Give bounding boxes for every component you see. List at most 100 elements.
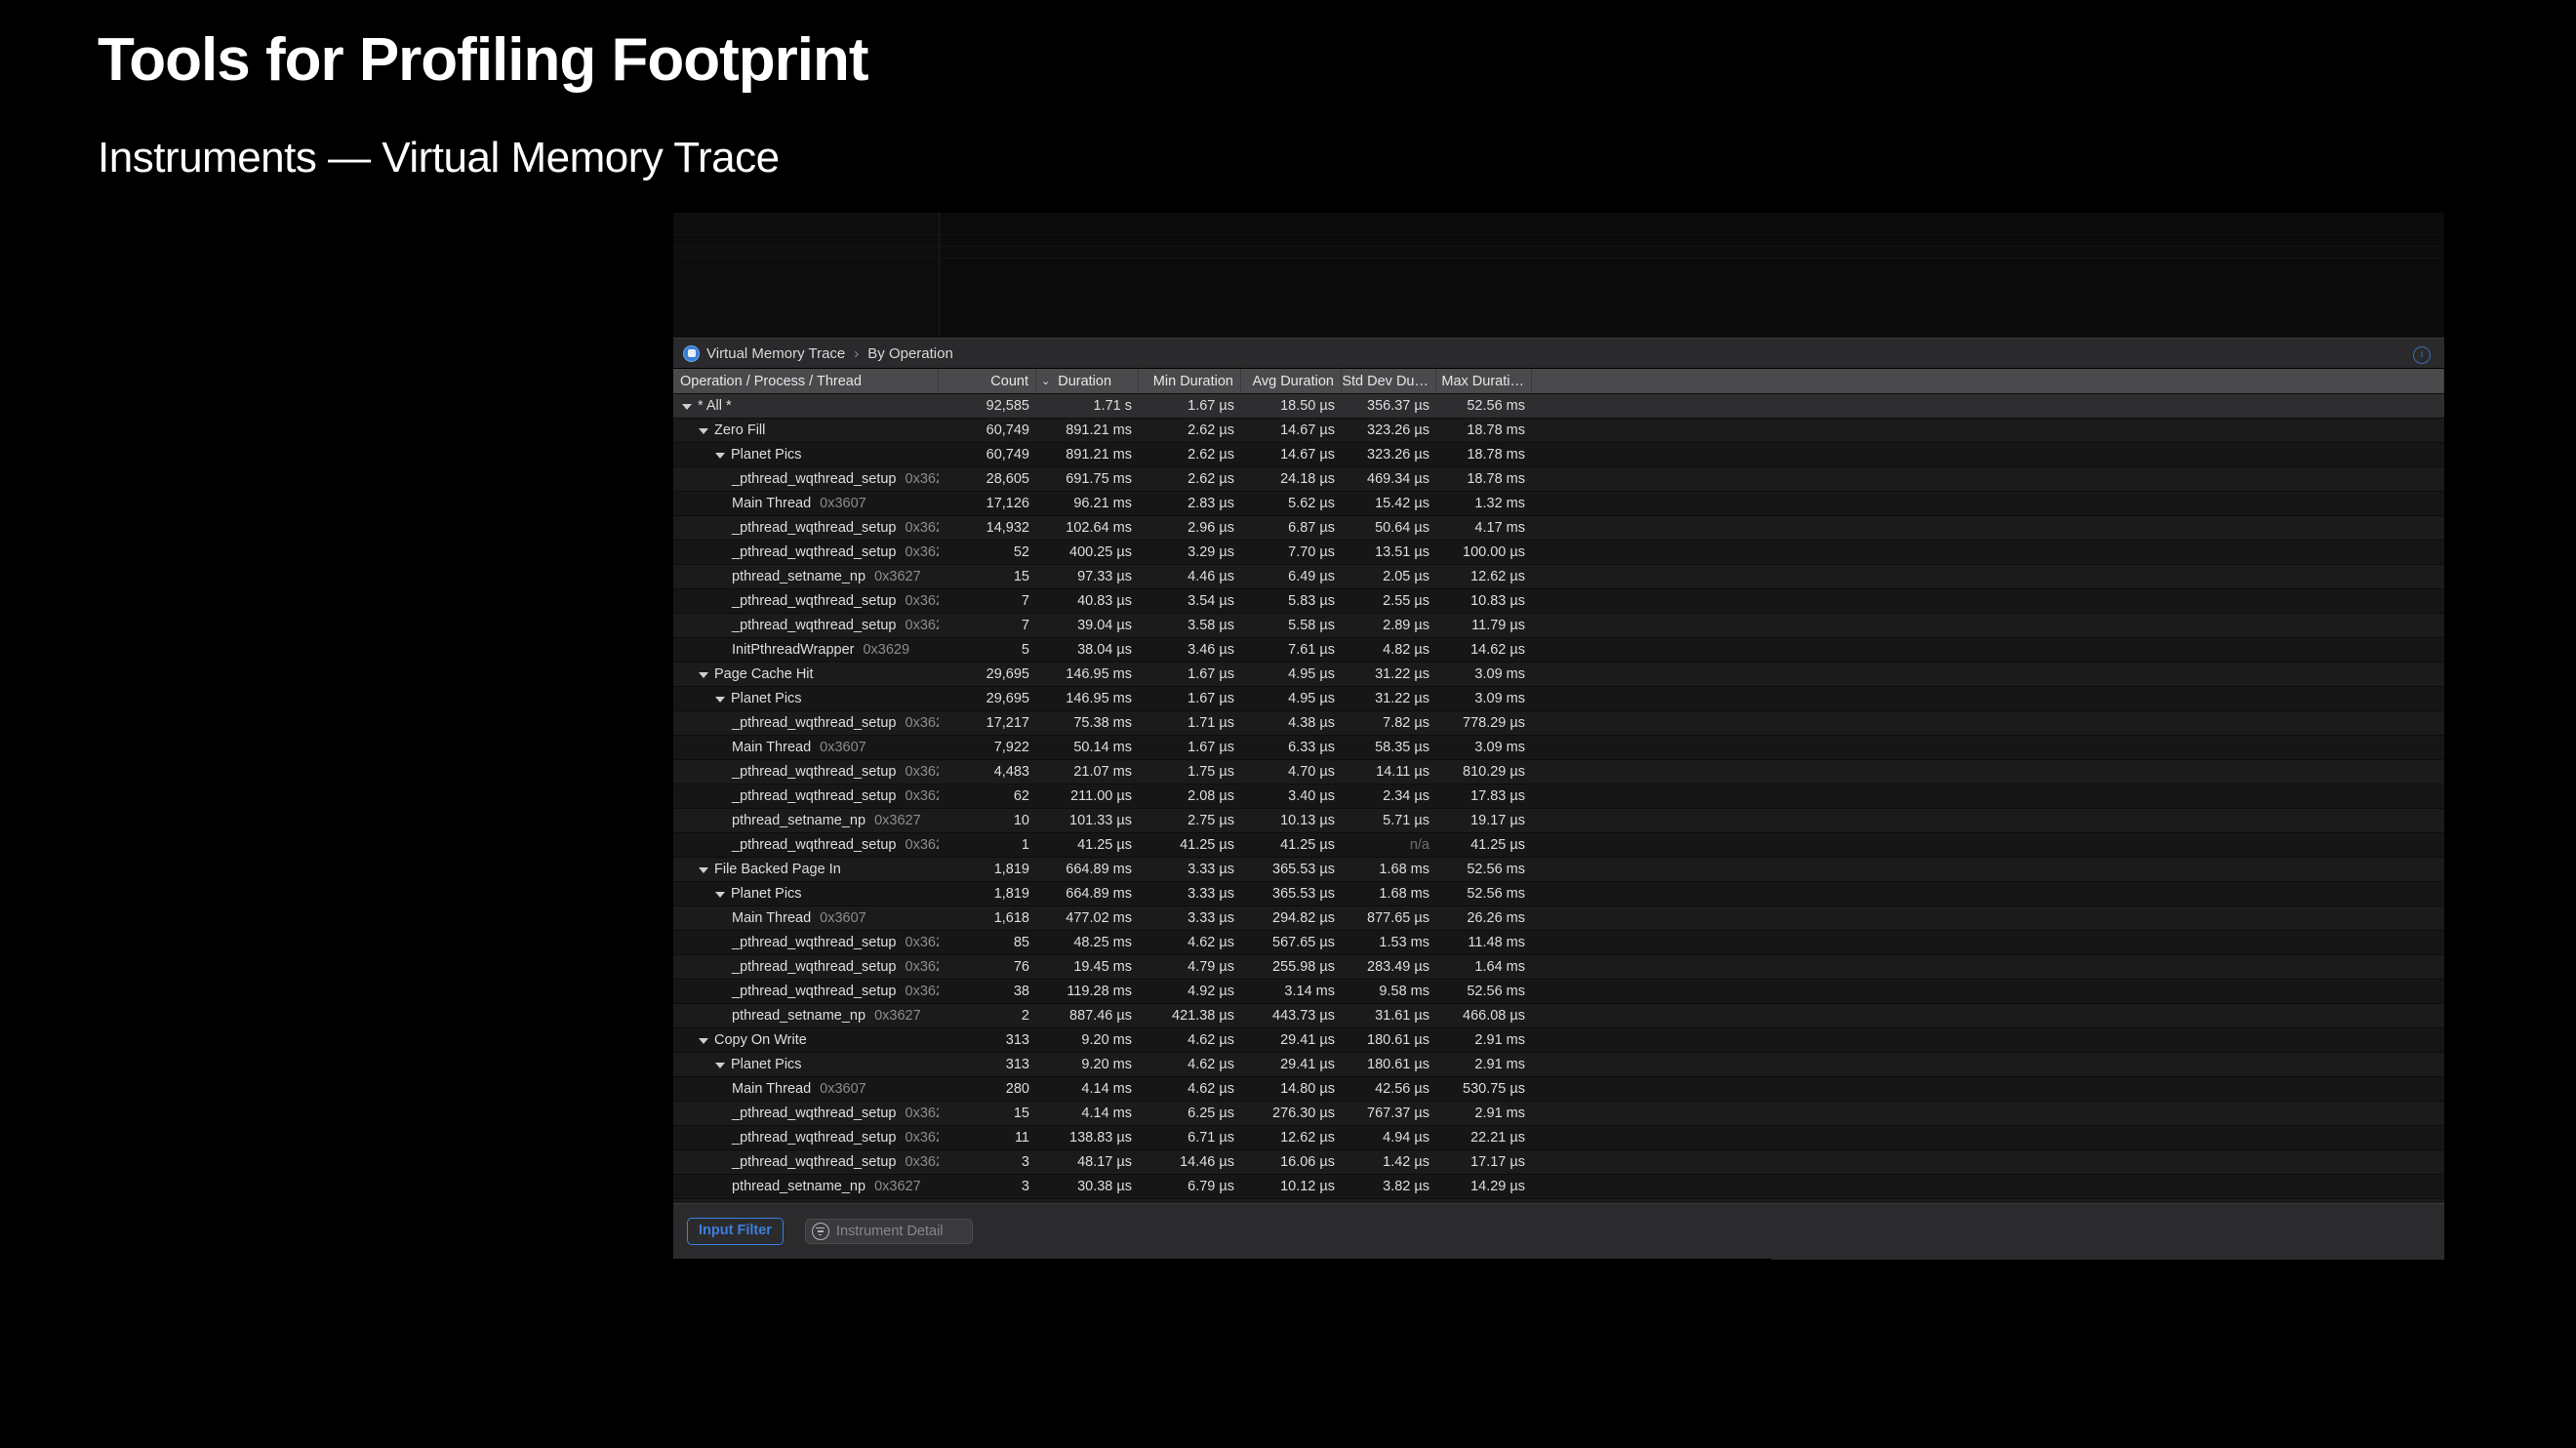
row-label: _pthread_wqthread_setup — [732, 519, 897, 536]
table-row[interactable]: Main Thread 0x3607 1,618 477.02 ms 3.33 µs 29… — [673, 906, 2444, 931]
table-row[interactable]: _pthread_wqthread_setup 0x3626 4,483 21.07 … — [673, 760, 2444, 784]
table-body[interactable]: * All * 92,585 1.71 s 1.67 µs 18.50 µs 356.37… — [673, 394, 2444, 1203]
row-label: _pthread_wqthread_setup — [732, 787, 897, 804]
disclosure-triangle-open-icon[interactable] — [699, 672, 708, 678]
cell-avg: 6.87 µs — [1288, 519, 1335, 536]
disclosure-triangle-open-icon[interactable] — [699, 428, 708, 434]
cell-min: 3.33 µs — [1187, 861, 1234, 877]
disclosure-triangle-open-icon[interactable] — [715, 453, 725, 459]
table-row[interactable]: _pthread_wqthread_setup 0x3628 1 41.25 µs 41… — [673, 833, 2444, 858]
table-row[interactable]: Main Thread 0x3607 17,126 96.21 ms 2.83 µs 5.… — [673, 492, 2444, 516]
table-row[interactable]: * All * 92,585 1.71 s 1.67 µs 18.50 µs 356.37… — [673, 394, 2444, 419]
cell-avg: 14.67 µs — [1280, 446, 1335, 463]
table-row[interactable]: _pthread_wqthread_setup 0x3623 15 4.14 ms 6.… — [673, 1102, 2444, 1126]
row-name-cell: * All * — [673, 394, 939, 419]
row-name-cell: _pthread_wqthread_setup 0x3625 — [673, 589, 939, 614]
cell-std: 13.51 µs — [1375, 543, 1429, 560]
table-row[interactable]: _pthread_wqthread_setup 0x3623 14,932 102.6… — [673, 516, 2444, 541]
cell-avg: 294.82 µs — [1272, 909, 1335, 926]
table-row[interactable]: Zero Fill 60,749 891.21 ms 2.62 µs 14.67 µs 3… — [673, 419, 2444, 443]
cell-max: 17.17 µs — [1470, 1153, 1525, 1170]
table-row[interactable]: Main Thread 0x3607 7,922 50.14 ms 1.67 µs 6.3… — [673, 736, 2444, 760]
table-row[interactable]: _pthread_wqthread_setup 0x3623 38 119.28 ms… — [673, 980, 2444, 1004]
table-row[interactable]: pthread_setname_np 0x3627 2 887.46 µs 421.38… — [673, 1004, 2444, 1028]
chevron-right-icon: › — [854, 344, 860, 362]
row-name-cell: Main Thread 0x3607 — [673, 906, 939, 931]
table-row[interactable]: Planet Pics 29,695 146.95 ms 1.67 µs 4.95 µs… — [673, 687, 2444, 711]
cell-avg: 4.70 µs — [1288, 763, 1335, 780]
table-row[interactable]: Planet Pics 60,749 891.21 ms 2.62 µs 14.67 µ… — [673, 443, 2444, 467]
table-row[interactable]: Planet Pics 313 9.20 ms 4.62 µs 29.41 µs 180.… — [673, 1053, 2444, 1077]
column-header-max-durati[interactable]: Max Durati… — [1436, 369, 1532, 393]
table-row[interactable]: Copy On Write 313 9.20 ms 4.62 µs 29.41 µs 18… — [673, 1028, 2444, 1053]
table-row[interactable]: _pthread_wqthread_setup 0x3624 62 211.00 µs… — [673, 784, 2444, 809]
page-title: Tools for Profiling Footprint — [98, 26, 868, 94]
row-label: _pthread_wqthread_setup — [732, 592, 897, 609]
table-row[interactable]: _pthread_wqthread_setup 0x3626 28,605 691.7… — [673, 467, 2444, 492]
cell-count: 4,483 — [993, 763, 1029, 780]
row-filler — [1532, 1175, 2444, 1199]
cell-max: 52.56 ms — [1467, 397, 1525, 414]
thread-id: 0x3626 — [905, 470, 940, 487]
cell-max: 10.83 µs — [1470, 592, 1525, 609]
table-row[interactable]: _pthread_wqthread_setup 0x3624 76 19.45 ms 4… — [673, 955, 2444, 980]
row-label: File Backed Page In — [714, 861, 841, 877]
table-row[interactable]: _pthread_wqthread_setup 0x3624 11 138.83 µs… — [673, 1126, 2444, 1150]
column-header-duration[interactable]: ⌄ Duration — [1036, 369, 1139, 393]
table-row[interactable]: _pthread_wqthread_setup 0x3628 7 39.04 µs 3.… — [673, 614, 2444, 638]
table-row[interactable]: pthread_setname_np 0x3627 3 30.38 µs 6.79 µs… — [673, 1175, 2444, 1199]
input-filter-button[interactable]: Input Filter — [687, 1218, 784, 1245]
row-label: _pthread_wqthread_setup — [732, 1105, 897, 1121]
disclosure-triangle-open-icon[interactable] — [699, 867, 708, 873]
disclosure-triangle-open-icon[interactable] — [699, 1038, 708, 1044]
disclosure-triangle-open-icon[interactable] — [715, 697, 725, 703]
table-row[interactable]: File Backed Page In 1,819 664.89 ms 3.33 µs… — [673, 858, 2444, 882]
disclosure-triangle-open-icon[interactable] — [715, 1063, 725, 1068]
column-header-operation-process-thread[interactable]: Operation / Process / Thread — [673, 369, 939, 393]
cell-count: 52 — [1013, 543, 1029, 560]
row-name-cell: _pthread_wqthread_setup 0x3623 — [673, 711, 939, 736]
breadcrumb-mode[interactable]: By Operation — [867, 345, 953, 362]
table-row[interactable]: pthread_setname_np 0x3627 10 101.33 µs 2.75 … — [673, 809, 2444, 833]
column-header-count[interactable]: Count — [939, 369, 1036, 393]
cell-duration: 39.04 µs — [1077, 617, 1132, 633]
cell-min: 4.79 µs — [1187, 958, 1234, 975]
cell-duration: 146.95 ms — [1066, 665, 1132, 682]
table-row[interactable]: _pthread_wqthread_setup 0x3624 52 400.25 µs… — [673, 541, 2444, 565]
table-row[interactable]: Page Cache Hit 29,695 146.95 ms 1.67 µs 4.95… — [673, 663, 2444, 687]
column-header-min-duration[interactable]: Min Duration — [1139, 369, 1241, 393]
disclosure-triangle-open-icon[interactable] — [715, 892, 725, 898]
row-name-cell: File Backed Page In — [673, 858, 939, 882]
cell-std: 180.61 µs — [1367, 1056, 1429, 1072]
cell-duration: 4.14 ms — [1081, 1105, 1132, 1121]
table-row[interactable]: _pthread_wqthread_setup 0x3623 17,217 75.38… — [673, 711, 2444, 736]
cell-avg: 3.14 ms — [1284, 983, 1335, 999]
cell-max: 778.29 µs — [1463, 714, 1525, 731]
disclosure-triangle-open-icon[interactable] — [682, 404, 692, 410]
table-row[interactable]: _pthread_wqthread_setup 0x3625 7 40.83 µs 3.… — [673, 589, 2444, 614]
cell-duration: 102.64 ms — [1066, 519, 1132, 536]
cell-max: 14.29 µs — [1470, 1178, 1525, 1194]
cell-min: 41.25 µs — [1180, 836, 1234, 853]
table-row[interactable]: Planet Pics 1,819 664.89 ms 3.33 µs 365.53 µ… — [673, 882, 2444, 906]
row-name-cell: _pthread_wqthread_setup 0x3628 — [673, 833, 939, 858]
table-row[interactable]: _pthread_wqthread_setup 0x3626 3 48.17 µs 14… — [673, 1150, 2444, 1175]
table-row[interactable]: _pthread_wqthread_setup 0x3626 85 48.25 ms 4… — [673, 931, 2444, 955]
profile-table[interactable]: Operation / Process / Thread Count ⌄ Durati… — [673, 369, 2444, 1203]
cell-avg: 10.13 µs — [1280, 812, 1335, 828]
breadcrumb-instrument[interactable]: Virtual Memory Trace — [706, 345, 845, 362]
table-row[interactable]: Main Thread 0x3607 280 4.14 ms 4.62 µs 14.80 … — [673, 1077, 2444, 1102]
cell-min: 421.38 µs — [1172, 1007, 1234, 1024]
table-row[interactable]: pthread_setname_np 0x3627 15 97.33 µs 4.46 µ… — [673, 565, 2444, 589]
cell-duration: 48.25 ms — [1073, 934, 1132, 950]
info-icon[interactable]: i — [2413, 346, 2431, 364]
cell-duration: 891.21 ms — [1066, 422, 1132, 438]
column-header-avg-duration[interactable]: Avg Duration — [1241, 369, 1342, 393]
column-header-std-dev-du[interactable]: Std Dev Du… — [1342, 369, 1436, 393]
row-name-cell: Planet Pics — [673, 687, 939, 711]
instrument-detail-filter-field[interactable]: Instrument Detail — [804, 1219, 973, 1244]
cell-max: 810.29 µs — [1463, 763, 1525, 780]
cell-count: 38 — [1013, 983, 1029, 999]
cell-avg: 16.06 µs — [1280, 1153, 1335, 1170]
table-row[interactable]: InitPthreadWrapper 0x3629 5 38.04 µs 3.46 µs… — [673, 638, 2444, 663]
